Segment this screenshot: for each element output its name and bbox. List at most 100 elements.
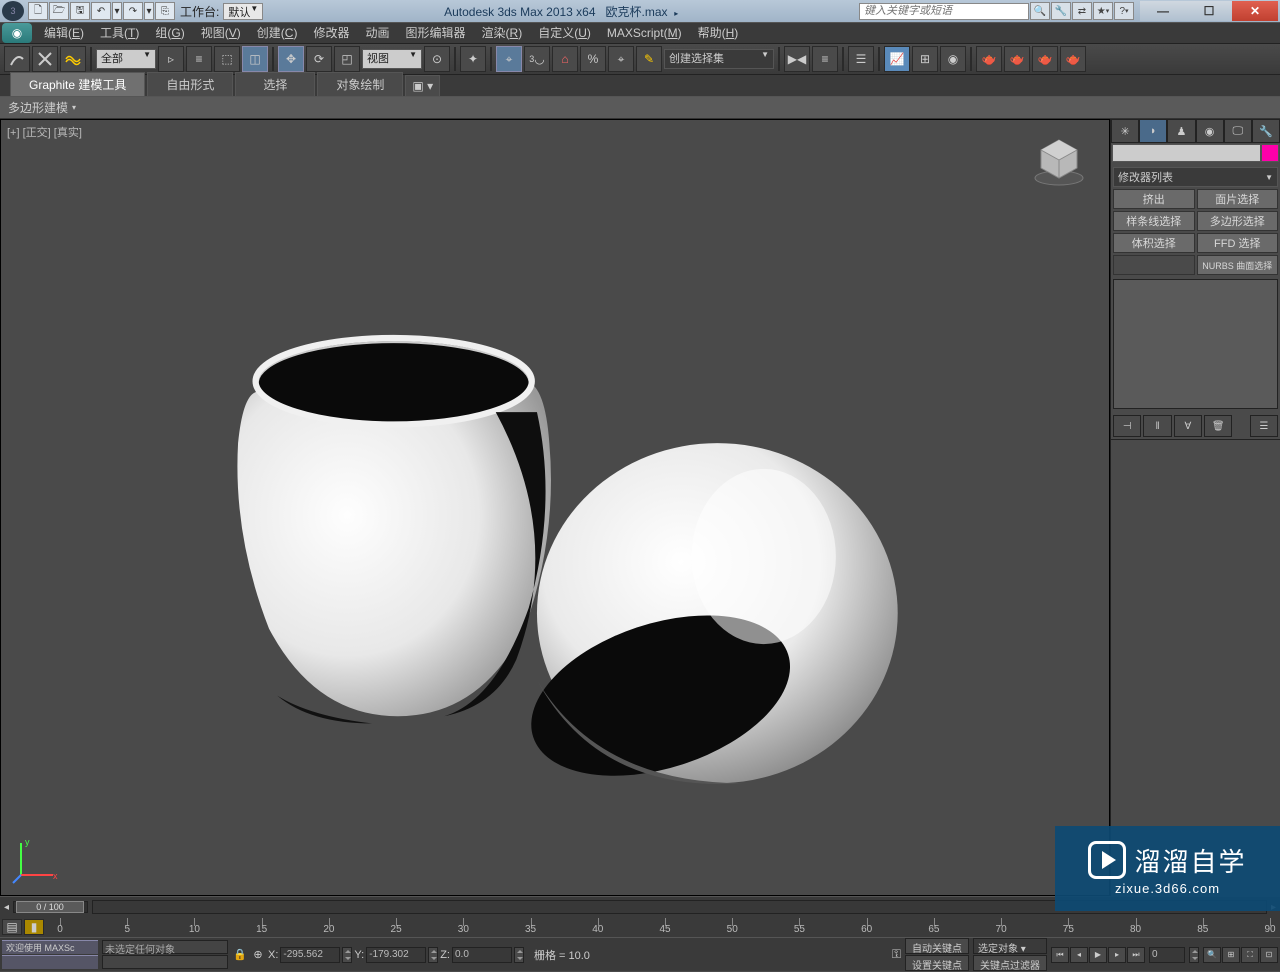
modifier-stack[interactable] [1113,279,1278,409]
qa-new-icon[interactable]: 🗋 [28,2,48,20]
select-scale-icon[interactable]: ◰ [334,46,360,72]
setkey-button[interactable]: 设置关键点 [905,955,969,971]
curve-editor-icon[interactable]: 📈 [884,46,910,72]
object-name-field[interactable] [1112,144,1261,162]
coord-z-input[interactable] [452,947,512,963]
goto-start-icon[interactable]: ⏮ [1051,947,1069,963]
mod-extrude[interactable]: 挤出 [1113,189,1195,209]
cmd-tab-display-icon[interactable]: 🖵 [1224,119,1252,143]
infocenter-binoculars-icon[interactable]: 🔍 [1030,2,1050,20]
coord-x-spinner[interactable] [342,947,352,963]
maxscript-tab[interactable]: 欢迎使用 MAXSc [2,940,98,954]
autokey-button[interactable]: 自动关键点 [905,938,969,954]
maximize-button[interactable]: ☐ [1186,1,1232,21]
infocenter-star-icon[interactable]: ★▾ [1093,2,1113,20]
coord-z-spinner[interactable] [514,947,524,963]
unlink-icon[interactable] [32,46,58,72]
menu-help[interactable]: 帮助(H) [690,23,747,43]
ribbon-tab-graphite[interactable]: Graphite 建模工具 [10,72,145,96]
timeline-ruler[interactable]: ▤ ▮ 051015202530354045505560657075808590 [0,917,1280,937]
snap-options-icon[interactable]: ⌖ [608,46,634,72]
window-crossing-icon[interactable]: ◫ [242,46,268,72]
ribbon-panel-polygonmodeling[interactable]: 多边形建模▾ [0,97,1280,119]
next-frame-icon[interactable]: ▸ [1108,947,1126,963]
angle-snap-icon[interactable]: 3◡ [524,46,550,72]
menu-modifiers[interactable]: 修改器 [305,23,357,43]
make-unique-icon[interactable]: ∀ [1174,415,1202,437]
menu-animation[interactable]: 动画 [357,23,397,43]
edit-named-sets-icon[interactable]: ✎ [636,46,662,72]
spinner-snap-icon[interactable]: % [580,46,606,72]
menu-rendering[interactable]: 渲染(R) [474,23,531,43]
viewport[interactable]: [+] [正交] [真实] [0,119,1110,896]
play-icon[interactable]: ▶ [1089,947,1107,963]
viewcube[interactable] [1029,130,1089,190]
snap-toggle-icon[interactable]: ⌖ [496,46,522,72]
prev-frame-icon[interactable]: ◂ [1070,947,1088,963]
pivot-center-icon[interactable]: ⊙ [424,46,450,72]
render-setup-icon[interactable]: 🫖 [976,46,1002,72]
cmd-tab-hierarchy-icon[interactable]: ♟ [1167,119,1195,143]
select-link-icon[interactable] [4,46,30,72]
mod-nurbs-select[interactable]: NURBS 曲面选择 [1197,255,1279,275]
keyfilters-button[interactable]: 关键点过滤器 [973,955,1047,971]
pin-stack-icon[interactable]: ⊣ [1113,415,1141,437]
coord-y-input[interactable] [366,947,426,963]
material-editor-icon[interactable]: ◉ [940,46,966,72]
mod-ffd-select[interactable]: FFD 选择 [1197,233,1279,253]
configure-sets-icon[interactable]: ☰ [1250,415,1278,437]
qa-save-icon[interactable]: 🖫 [70,2,90,20]
keymode-dropdown[interactable]: 选定对象 ▾ [973,938,1047,954]
coord-x-input[interactable] [280,947,340,963]
mod-patch-select[interactable]: 面片选择 [1197,189,1279,209]
infocenter-exchange-icon[interactable]: ⇄ [1072,2,1092,20]
app-icon[interactable]: 3 [2,1,24,21]
menu-views[interactable]: 视图(V) [193,23,249,43]
qa-open-icon[interactable]: 🗁 [49,2,69,20]
listener-input[interactable] [102,955,228,969]
time-slider-thumb[interactable]: 0 / 100 [13,901,88,913]
menu-customize[interactable]: 自定义(U) [530,23,599,43]
select-object-icon[interactable]: ▹ [158,46,184,72]
search-input[interactable] [859,3,1029,20]
zoom-all-icon[interactable]: ⊞ [1222,947,1240,963]
schematic-view-icon[interactable]: ⊞ [912,46,938,72]
coord-y-spinner[interactable] [428,947,438,963]
minimize-button[interactable]: — [1140,1,1186,21]
qa-link-icon[interactable]: ⎘ [155,2,175,20]
ribbon-tab-selection[interactable]: 选择 [235,72,315,96]
align-icon[interactable]: ≡ [812,46,838,72]
ref-coord-dropdown[interactable]: 视图 ▼ [362,49,422,69]
qa-redo-dd[interactable]: ▾ [144,2,154,20]
listener-tab[interactable] [2,955,98,969]
select-move-icon[interactable]: ✥ [278,46,304,72]
named-sets-dropdown[interactable]: 创建选择集 ▼ [664,49,774,69]
cmd-tab-modify-icon[interactable]: ◗ [1139,119,1167,143]
zoom-extents-all-icon[interactable]: ⊡ [1260,947,1278,963]
select-rotate-icon[interactable]: ⟳ [306,46,332,72]
trackbar-toggle2-icon[interactable]: ▮ [24,919,44,935]
menu-edit[interactable]: 编辑(E) [36,23,92,43]
render-iterative-icon[interactable]: 🫖 [1060,46,1086,72]
qa-undo-dd[interactable]: ▾ [112,2,122,20]
percent-snap-icon[interactable]: ⌂ [552,46,578,72]
cmd-tab-motion-icon[interactable]: ◉ [1196,119,1224,143]
goto-end-icon[interactable]: ⏭ [1127,947,1145,963]
modifier-list-dropdown[interactable]: 修改器列表▼ [1113,167,1278,187]
menu-create[interactable]: 创建(C) [249,23,306,43]
mod-vol-select[interactable]: 体积选择 [1113,233,1195,253]
cmd-tab-utilities-icon[interactable]: 🔧 [1252,119,1280,143]
ribbon-tab-freeform[interactable]: 自由形式 [147,72,233,96]
help-icon[interactable]: ?▾ [1114,2,1134,20]
viewport-label[interactable]: [+] [正交] [真实] [7,124,82,140]
rendered-frame-icon[interactable]: 🫖 [1004,46,1030,72]
menu-group[interactable]: 组(G) [147,23,192,43]
infocenter-key-icon[interactable]: 🔧 [1051,2,1071,20]
selection-filter-dropdown[interactable]: 全部 ▼ [96,49,156,69]
select-manipulate-icon[interactable]: ✦ [460,46,486,72]
ribbon-tab-dd[interactable]: ▣ ▾ [405,75,440,96]
mod-poly-select[interactable]: 多边形选择 [1197,211,1279,231]
mirror-icon[interactable]: ▶◀ [784,46,810,72]
frame-spinner[interactable] [1189,947,1199,963]
ribbon-tab-objectpaint[interactable]: 对象绘制 [317,72,403,96]
